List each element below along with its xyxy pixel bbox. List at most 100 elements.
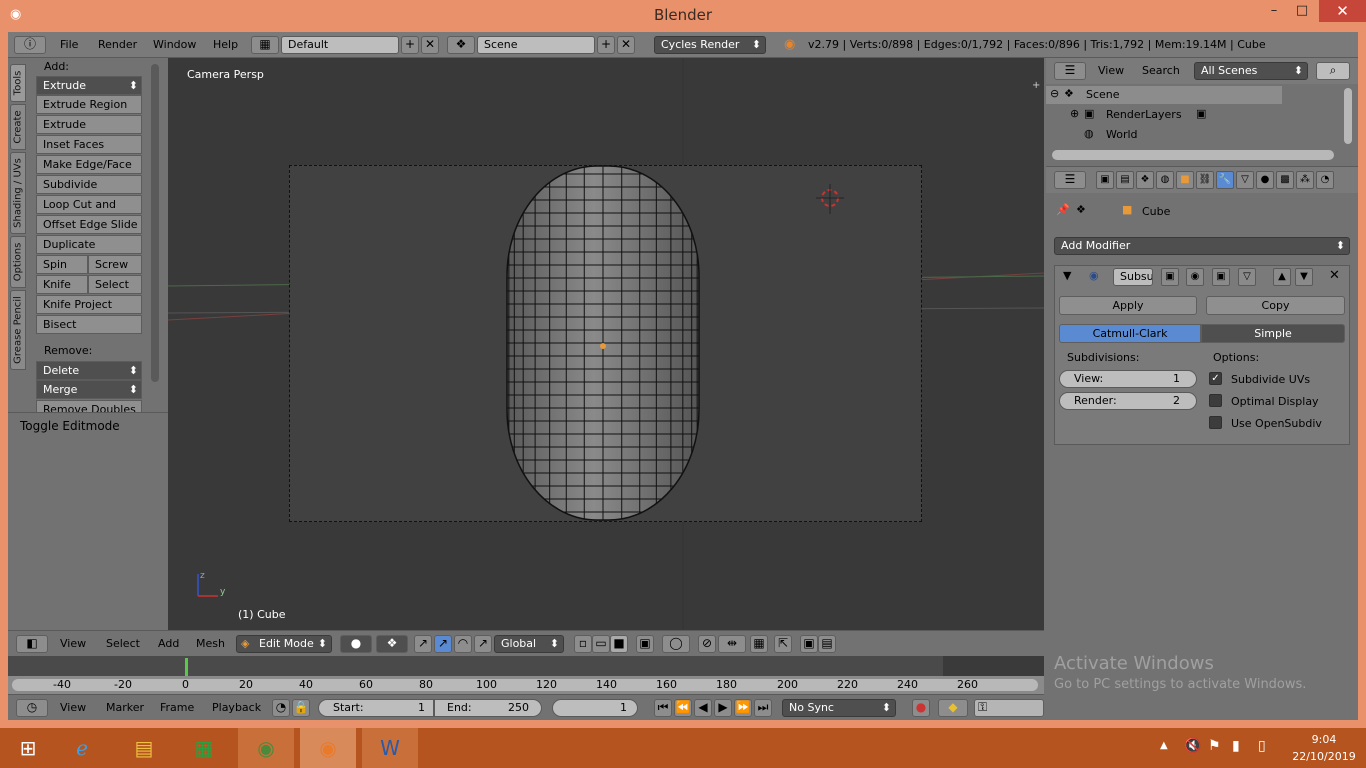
remove-modifier-icon[interactable]: ✕ <box>1329 268 1340 283</box>
menu-view[interactable]: View <box>60 631 86 657</box>
render-camera-icon[interactable]: ▣ <box>800 635 818 653</box>
menu-mesh[interactable]: Mesh <box>196 631 225 657</box>
sync-dropdown[interactable]: No Sync ⬍ <box>782 699 896 717</box>
timeline-strip[interactable] <box>8 656 1044 676</box>
loop-cut-button[interactable]: Loop Cut and Slide <box>36 195 142 228</box>
render-toggle-icon[interactable]: ▣ <box>1161 268 1179 286</box>
store-icon[interactable]: ▦ <box>176 728 232 768</box>
keying-icon[interactable]: ◆ <box>938 699 968 717</box>
move-up-icon[interactable]: ▲ <box>1273 268 1291 286</box>
view-subdiv-field[interactable]: View: 1 <box>1059 370 1197 388</box>
tab-create[interactable]: Create <box>10 104 26 150</box>
knife-project-button[interactable]: Knife Project <box>36 295 142 314</box>
scene-tab-icon[interactable]: ❖ <box>1136 171 1154 189</box>
render-anim-icon[interactable]: ▤ <box>818 635 836 653</box>
expand-icon[interactable]: ⊖ <box>1050 87 1059 100</box>
catmull-clark-option[interactable]: Catmull-Clark <box>1059 324 1201 343</box>
render-view-icon[interactable]: ⇱ <box>774 635 792 653</box>
menu-help[interactable]: Help <box>213 32 238 58</box>
current-frame-marker[interactable] <box>185 658 188 676</box>
tool-shelf-scrollbar[interactable] <box>151 64 159 382</box>
edge-select-icon[interactable]: ▭ <box>592 635 610 653</box>
snap-target-icon[interactable]: ▦ <box>750 635 768 653</box>
scale-icon[interactable]: ↗ <box>474 635 492 653</box>
start-frame-field[interactable]: Start: 1 <box>318 699 434 717</box>
add-scene-button[interactable]: + <box>597 36 615 54</box>
chrome-icon[interactable]: ◉ <box>238 728 294 768</box>
extrude-region-button[interactable]: Extrude Region <box>36 95 142 114</box>
manipulator-icon[interactable]: ↗ <box>414 635 432 653</box>
record-icon[interactable]: ● <box>912 699 930 717</box>
tab-tools[interactable]: Tools <box>10 64 26 102</box>
render-tab-icon[interactable]: ▣ <box>1096 171 1114 189</box>
editor-type-properties-icon[interactable]: ☰ <box>1054 171 1086 189</box>
jump-start-icon[interactable]: ⏮ <box>654 699 672 717</box>
simple-option[interactable]: Simple <box>1201 324 1345 343</box>
word-icon[interactable]: W <box>362 728 418 768</box>
material-tab-icon[interactable]: ● <box>1256 171 1274 189</box>
menu-add[interactable]: Add <box>158 631 179 657</box>
spin-button[interactable]: Spin <box>36 255 88 274</box>
lock-icon[interactable]: 🔒 <box>292 699 310 717</box>
occlude-icon[interactable]: ▣ <box>636 635 654 653</box>
search-icon[interactable]: ⌕ <box>1316 62 1350 80</box>
battery-icon[interactable]: ▯ <box>1258 738 1266 754</box>
toggle-editmode-label[interactable]: Toggle Editmode <box>20 419 120 433</box>
extrude-individual-button[interactable]: Extrude Individual <box>36 115 142 148</box>
add-modifier-dropdown[interactable]: Add Modifier ⬍ <box>1054 237 1350 255</box>
network-icon[interactable]: ▮ <box>1232 738 1240 754</box>
next-key-icon[interactable]: ⏩ <box>734 699 752 717</box>
outliner-row-renderlayers[interactable]: ⊕ ▣ RenderLayers ▣ <box>1046 106 1346 124</box>
duplicate-button[interactable]: Duplicate <box>36 235 142 254</box>
jump-end-icon[interactable]: ⏭ <box>754 699 772 717</box>
pivot-dropdown[interactable]: ❖ <box>376 635 408 653</box>
delete-dropdown[interactable]: Delete ⬍ <box>36 361 142 380</box>
particles-tab-icon[interactable]: ⁂ <box>1296 171 1314 189</box>
clock-date[interactable]: 22/10/2019 <box>1286 750 1362 763</box>
add-layout-button[interactable]: + <box>401 36 419 54</box>
layout-icon[interactable]: ▦ <box>251 36 279 54</box>
play-reverse-icon[interactable]: ◀ <box>694 699 712 717</box>
mesh-object[interactable] <box>505 164 701 524</box>
outliner-row-scene[interactable]: ⊖ ❖ Scene <box>1046 86 1282 104</box>
pin-icon[interactable]: 📌 <box>1056 203 1070 216</box>
expand-icon[interactable]: ⊕ <box>1070 107 1079 120</box>
editor-type-timeline-icon[interactable]: ◷ <box>16 699 48 717</box>
play-icon[interactable]: ▶ <box>714 699 732 717</box>
menu-file[interactable]: File <box>60 32 78 58</box>
scene-icon[interactable]: ❖ <box>447 36 475 54</box>
inset-faces-button[interactable]: Inset Faces <box>36 135 142 154</box>
copy-button[interactable]: Copy <box>1206 296 1345 315</box>
blender-taskbar-icon[interactable]: ◉ <box>300 728 356 768</box>
menu-frame[interactable]: Frame <box>160 695 194 721</box>
mode-dropdown[interactable]: ◈ Edit Mode ⬍ <box>236 635 332 653</box>
apply-button[interactable]: Apply <box>1059 296 1197 315</box>
menu-render[interactable]: Render <box>98 32 137 58</box>
shading-dropdown[interactable]: ● <box>340 635 372 653</box>
knife-select-button[interactable]: Select <box>88 275 142 294</box>
tab-shading-uvs[interactable]: Shading / UVs <box>10 152 26 234</box>
prev-key-icon[interactable]: ⏪ <box>674 699 692 717</box>
3d-cursor-icon[interactable] <box>810 184 850 224</box>
menu-playback[interactable]: Playback <box>212 695 261 721</box>
close-window-button[interactable]: ✕ <box>1319 0 1366 22</box>
rotate-icon[interactable]: ◠ <box>454 635 472 653</box>
world-tab-icon[interactable]: ◍ <box>1156 171 1174 189</box>
menu-marker[interactable]: Marker <box>106 695 144 721</box>
texture-tab-icon[interactable]: ▩ <box>1276 171 1294 189</box>
tab-grease-pencil[interactable]: Grease Pencil <box>10 290 26 370</box>
menu-search[interactable]: Search <box>1142 58 1180 84</box>
internet-explorer-icon[interactable]: ℯ <box>54 728 110 768</box>
use-opensubdiv-checkbox[interactable] <box>1209 416 1222 429</box>
extrude-button[interactable]: Extrude ⬍ <box>36 76 142 95</box>
outliner-hscrollbar[interactable] <box>1052 150 1334 160</box>
render-subdiv-field[interactable]: Render: 2 <box>1059 392 1197 410</box>
scene-field[interactable]: Scene <box>477 36 595 54</box>
editor-type-info-icon[interactable]: ⓘ <box>14 36 46 54</box>
subdivide-button[interactable]: Subdivide <box>36 175 142 194</box>
end-frame-field[interactable]: End: 250 <box>434 699 542 717</box>
remove-layout-button[interactable]: ✕ <box>421 36 439 54</box>
object-tab-icon[interactable]: ■ <box>1176 171 1194 189</box>
make-edge-face-button[interactable]: Make Edge/Face <box>36 155 142 174</box>
cage-toggle-icon[interactable]: ▽ <box>1238 268 1256 286</box>
